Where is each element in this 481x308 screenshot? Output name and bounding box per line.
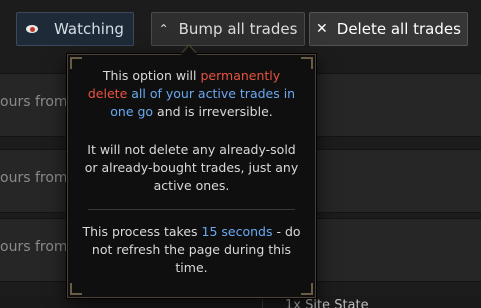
tooltip-duration-text: This process takes 15 seconds - do not r… — [82, 223, 301, 277]
close-icon: ✕ — [316, 21, 328, 37]
bottom-label: 1x Site State — [285, 298, 369, 308]
bump-all-trades-button[interactable]: ⌃ Bump all trades — [151, 12, 305, 46]
tooltip-text: This option will — [102, 68, 201, 83]
tooltip-text: This process takes — [82, 224, 202, 239]
delete-warning-tooltip: This option will permanently delete all … — [67, 54, 316, 298]
tooltip-scope-text: It will not delete any already-sold or a… — [84, 142, 299, 193]
delete-all-trades-button[interactable]: ✕ Delete all trades — [309, 12, 468, 46]
tooltip-warning-text: This option will permanently delete all … — [82, 67, 301, 121]
tooltip-emphasis-blue: 15 seconds — [201, 224, 273, 239]
corner-ornament — [70, 57, 82, 69]
delete-label: Delete all trades — [336, 20, 461, 38]
trades-page: ours from n ours from n ours from n 1x S… — [0, 0, 481, 308]
chevron-up-icon: ⌃ — [158, 22, 169, 36]
tooltip-text: and is irreversible. — [153, 104, 273, 119]
watching-label: Watching — [54, 20, 124, 38]
eye-icon — [26, 24, 40, 34]
watching-button[interactable]: Watching — [16, 12, 134, 46]
bump-label: Bump all trades — [178, 20, 298, 38]
corner-ornament — [70, 283, 82, 295]
tooltip-divider — [88, 209, 295, 210]
tooltip-arrow-inner — [181, 46, 197, 55]
corner-ornament — [301, 283, 313, 295]
corner-ornament — [301, 57, 313, 69]
